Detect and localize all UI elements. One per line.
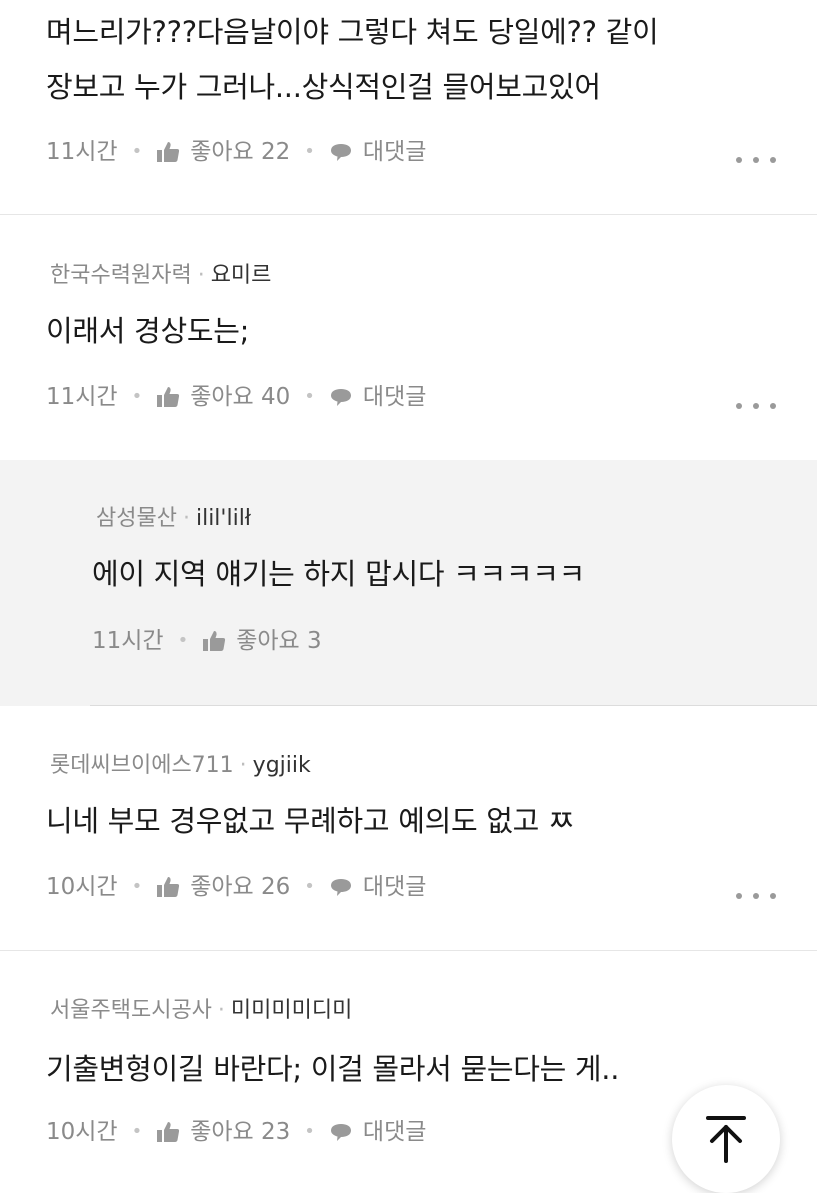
separator-dot: • — [131, 876, 143, 897]
separator-dot: · — [182, 506, 190, 531]
like-count: 26 — [261, 874, 291, 900]
more-dot — [753, 893, 759, 899]
like-count: 22 — [261, 139, 291, 165]
author-nickname[interactable]: 요미르 — [211, 263, 272, 288]
author-company[interactable]: 삼성물산 — [96, 506, 177, 531]
more-dots-icon — [736, 157, 742, 163]
scroll-to-top-button[interactable] — [672, 1085, 780, 1193]
comment-meta: 11시간 • 좋아요 3 — [92, 626, 322, 656]
separator-dot: · — [197, 263, 205, 288]
author-company[interactable]: 서울주택도시공사 — [50, 998, 212, 1023]
more-options-button[interactable] — [736, 150, 776, 170]
like-label: 좋아요 — [190, 384, 254, 410]
comment-author: 삼성물산 · ilil'lilł — [96, 505, 251, 533]
more-dots-icon — [736, 403, 742, 409]
comment-item: 며느리가???다음날이야 그렇다 쳐도 당일에?? 같이 장보고 누가 그러나.… — [0, 0, 817, 215]
reply-label: 대댓글 — [362, 384, 427, 410]
more-dots-icon — [736, 893, 742, 899]
reply-label: 대댓글 — [362, 874, 427, 900]
more-options-button[interactable] — [736, 396, 776, 416]
like-button[interactable]: 좋아요 26 — [156, 872, 290, 902]
arrow-up-to-top-icon — [706, 1116, 746, 1163]
speech-bubble-icon — [330, 879, 351, 896]
comment-meta: 11시간 • 좋아요 22 • 대댓글 — [46, 137, 426, 167]
thumbs-up-icon — [157, 387, 180, 407]
reply-label: 대댓글 — [362, 1119, 427, 1145]
like-button[interactable]: 좋아요 22 — [156, 137, 290, 167]
comment-text: 장보고 누가 그러나...상식적인걸 믈어보고있어 — [46, 70, 601, 104]
comment-text: 이래서 경상도는; — [46, 314, 250, 348]
like-button[interactable]: 좋아요 40 — [156, 382, 290, 412]
speech-bubble-icon — [330, 144, 351, 161]
thumbs-up-icon — [157, 877, 180, 897]
thumbs-up-icon — [157, 1122, 180, 1142]
comment-author: 롯데씨브이에스711 · ygjiik — [50, 752, 311, 780]
comment-item: 한국수력원자력 · 요미르 이래서 경상도는; 11시간 • 좋아요 40 • 대댓… — [0, 215, 817, 460]
separator-dot: • — [304, 386, 315, 407]
comment-text: 니네 부모 경우없고 무례하고 예의도 없고 ㅉ — [46, 804, 575, 838]
author-nickname[interactable]: ygjiik — [253, 753, 311, 778]
like-button[interactable]: 좋아요 23 — [156, 1117, 290, 1147]
comment-text: 며느리가???다음날이야 그렇다 쳐도 당일에?? 같이 — [46, 15, 659, 49]
comment-text: 에이 지역 얘기는 하지 맙시다 ㅋㅋㅋㅋㅋ — [92, 557, 586, 591]
like-label: 좋아요 — [190, 874, 254, 900]
more-dot — [770, 157, 776, 163]
comment-time: 10시간 — [46, 1119, 118, 1145]
reply-button[interactable]: 대댓글 — [329, 872, 426, 902]
more-dot — [770, 893, 776, 899]
comment-text: 기출변형이길 바란다; 이걸 몰라서 묻는다는 게.. — [46, 1052, 620, 1086]
separator-dot: • — [131, 1121, 143, 1142]
reply-button[interactable]: 대댓글 — [329, 1117, 426, 1147]
comment-author: 서울주택도시공사 · 미미미미디미 — [50, 997, 352, 1025]
reply-comment-item: 삼성물산 · ilil'lilł 에이 지역 얘기는 하지 맙시다 ㅋㅋㅋㅋㅋ 11… — [0, 460, 817, 706]
like-button[interactable]: 좋아요 3 — [202, 626, 322, 656]
reply-label: 대댓글 — [362, 139, 427, 165]
more-dot — [753, 403, 759, 409]
author-nickname[interactable]: 미미미미디미 — [231, 998, 352, 1023]
speech-bubble-icon — [330, 389, 351, 406]
author-company[interactable]: 롯데씨브이에스711 — [50, 753, 234, 778]
like-count: 3 — [307, 628, 322, 654]
comment-time: 10시간 — [46, 874, 118, 900]
separator-dot: • — [304, 1121, 315, 1142]
like-count: 23 — [261, 1119, 291, 1145]
more-dot — [753, 157, 759, 163]
comment-time: 11시간 — [92, 628, 164, 654]
like-label: 좋아요 — [190, 139, 254, 165]
separator-dot: • — [131, 141, 143, 162]
comment-meta: 10시간 • 좋아요 23 • 대댓글 — [46, 1117, 426, 1147]
reply-button[interactable]: 대댓글 — [329, 137, 426, 167]
reply-button[interactable]: 대댓글 — [329, 382, 426, 412]
separator-dot: • — [304, 141, 315, 162]
separator-dot: · — [239, 753, 247, 778]
speech-bubble-icon — [330, 1124, 351, 1141]
comment-time: 11시간 — [46, 139, 118, 165]
comment-time: 11시간 — [46, 384, 118, 410]
separator-dot: · — [217, 998, 225, 1023]
like-label: 좋아요 — [236, 628, 300, 654]
more-options-button[interactable] — [736, 886, 776, 906]
comment-meta: 10시간 • 좋아요 26 • 대댓글 — [46, 872, 426, 902]
like-count: 40 — [261, 384, 291, 410]
author-company[interactable]: 한국수력원자력 — [50, 263, 192, 288]
comment-author: 한국수력원자력 · 요미르 — [50, 262, 271, 290]
separator-dot: • — [131, 386, 143, 407]
thumbs-up-icon — [203, 631, 226, 651]
comment-item: 롯데씨브이에스711 · ygjiik 니네 부모 경우없고 무례하고 예의도 없고… — [0, 706, 817, 951]
separator-dot: • — [304, 876, 315, 897]
thumbs-up-icon — [157, 142, 180, 162]
like-label: 좋아요 — [190, 1119, 254, 1145]
separator-dot: • — [177, 630, 189, 651]
comment-meta: 11시간 • 좋아요 40 • 대댓글 — [46, 382, 426, 412]
author-nickname[interactable]: ilil'lilł — [196, 506, 251, 531]
more-dot — [770, 403, 776, 409]
